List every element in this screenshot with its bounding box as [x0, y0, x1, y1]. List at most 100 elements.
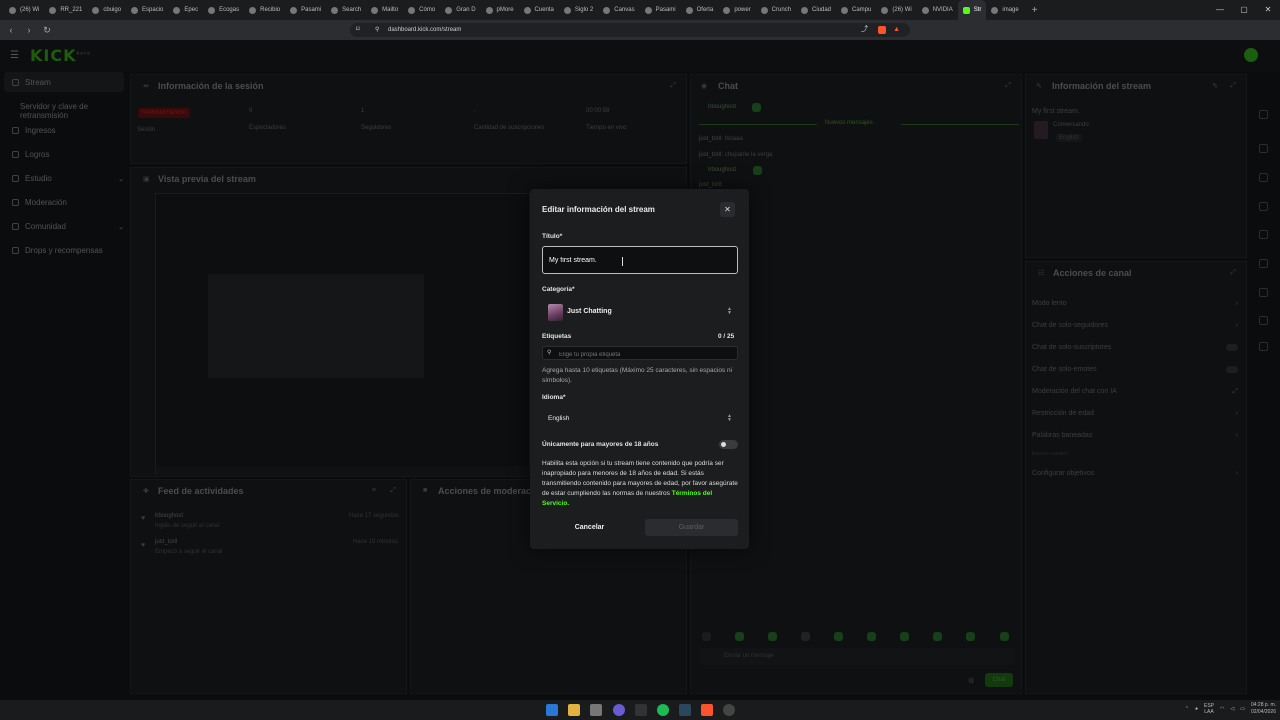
wifi-icon[interactable]: ◠ — [1220, 706, 1224, 712]
tab-label: Canvas — [614, 7, 635, 13]
browser-tab[interactable]: Str — [957, 0, 987, 20]
browser-tab[interactable]: (26) Wi — [4, 0, 44, 20]
browser-tab[interactable]: Oferta — [681, 0, 719, 20]
obs-icon[interactable] — [723, 704, 735, 716]
file-explorer-icon[interactable] — [568, 704, 580, 716]
logo-text: KICK — [30, 46, 77, 65]
browser-tab[interactable]: Canvas — [598, 0, 639, 20]
tab-label: Recibio — [260, 7, 281, 13]
text-cursor-icon — [622, 257, 623, 266]
chevron-up-icon[interactable]: ⌃ — [1185, 706, 1189, 712]
tab-favicon-icon — [685, 6, 693, 14]
tab-favicon-icon — [644, 6, 652, 14]
time-text: 04:28 p. m. — [1250, 702, 1276, 708]
edit-stream-modal: Editar información del stream ✕ Título* … — [530, 189, 749, 549]
tab-label: Pasami — [655, 7, 676, 13]
tags-label: Etiquetas — [542, 333, 572, 340]
avatar[interactable] — [1244, 48, 1258, 62]
browser-tab[interactable]: Siglo 2 — [559, 0, 598, 20]
language-indicator[interactable]: ESP LAA — [1204, 703, 1214, 715]
browser-tab[interactable]: Espacio — [126, 0, 168, 20]
tab-favicon-icon — [485, 6, 493, 14]
stream-title-input[interactable] — [542, 246, 738, 274]
browser-tab[interactable]: image — [986, 0, 1023, 20]
browser-tab[interactable]: Mailto — [366, 0, 403, 20]
site-info-icon[interactable]: ⚲ — [375, 23, 379, 37]
tab-label: pMore — [496, 7, 514, 13]
tags-input[interactable] — [542, 346, 738, 360]
mic-icon[interactable]: ● — [1195, 706, 1198, 712]
tab-favicon-icon — [371, 6, 379, 14]
tab-favicon-icon — [331, 6, 339, 14]
browser-tab[interactable]: Campu — [836, 0, 876, 20]
back-icon[interactable]: ‹ — [4, 25, 18, 35]
close-icon[interactable]: ✕ — [720, 202, 735, 217]
browser-tab[interactable]: RR_221 — [44, 0, 87, 20]
modal-title: Editar información del stream — [542, 205, 655, 214]
clock[interactable]: 04:28 p. m. 02/04/2026 — [1251, 702, 1276, 716]
browser-tab[interactable]: Cómo — [403, 0, 440, 20]
tab-favicon-icon — [991, 6, 999, 14]
brave-rewards-icon[interactable]: ▲ — [893, 23, 900, 37]
spotify-icon[interactable] — [657, 704, 669, 716]
battery-icon[interactable]: ▭ — [1240, 706, 1245, 712]
new-tab-button[interactable]: + — [1024, 5, 1046, 16]
browser-tab[interactable]: Crunch — [756, 0, 796, 20]
bookmark-icon[interactable]: ⌑ — [356, 23, 360, 37]
tab-favicon-icon — [801, 6, 808, 14]
browser-tab[interactable]: (26) Wi — [876, 0, 916, 20]
select-arrows-icon: ▲ ▼ — [727, 306, 732, 316]
browser-tab[interactable]: Ecogas — [203, 0, 244, 20]
browser-tab[interactable]: power — [718, 0, 755, 20]
browser-tab[interactable]: Pasami — [285, 0, 326, 20]
kick-logo[interactable]: KICKbeta — [30, 46, 91, 65]
category-select[interactable]: Just Chatting ▲ ▼ — [542, 301, 738, 323]
browser-tab[interactable]: Ciudad — [796, 0, 836, 20]
url-field[interactable]: ⌑ ⚲ dashboard.kick.com/stream ⤴ ▲ — [350, 23, 910, 37]
tab-favicon-icon — [208, 6, 216, 14]
brave-shield-icon[interactable] — [878, 26, 886, 34]
tags-help-text: Agrega hasta 10 etiquetas (Máximo 25 car… — [542, 367, 733, 384]
tab-favicon-icon — [249, 6, 257, 14]
steam-icon[interactable] — [679, 704, 691, 716]
browser-tab[interactable]: Cuenta — [519, 0, 559, 20]
brave-browser-icon[interactable] — [701, 704, 713, 716]
browser-tab[interactable]: NVIDIA — [917, 0, 958, 20]
url-text: dashboard.kick.com/stream — [388, 27, 462, 33]
cancel-button[interactable]: Cancelar — [542, 519, 637, 536]
tab-favicon-icon — [563, 6, 571, 14]
lang-layout: LAA — [1204, 709, 1214, 715]
reload-icon[interactable]: ↻ — [40, 25, 54, 36]
browser-tab[interactable]: Search — [326, 0, 366, 20]
browser-tab[interactable]: pMore — [481, 0, 519, 20]
language-select[interactable]: English ▲ ▼ — [542, 407, 738, 429]
tab-favicon-icon — [49, 6, 57, 14]
tab-favicon-icon — [92, 6, 100, 14]
adult-only-toggle[interactable] — [719, 440, 738, 449]
app-icon[interactable] — [635, 704, 647, 716]
browser-tab[interactable]: Pasami — [640, 0, 681, 20]
browser-tab[interactable]: cbuigo — [87, 0, 126, 20]
share-icon[interactable]: ⤴ — [861, 23, 868, 37]
windows-start-icon[interactable] — [546, 704, 558, 716]
maximize-button[interactable]: ▢ — [1232, 0, 1256, 20]
minimize-button[interactable]: — — [1208, 0, 1232, 20]
discord-icon[interactable] — [613, 704, 625, 716]
browser-tab[interactable]: Recibio — [244, 0, 285, 20]
tab-favicon-icon — [603, 6, 611, 14]
window-controls: — ▢ ✕ — [1208, 0, 1280, 20]
forward-icon[interactable]: › — [22, 25, 36, 35]
volume-icon[interactable]: ◁ — [1230, 706, 1234, 712]
tab-label: Mailto — [382, 7, 399, 13]
close-window-button[interactable]: ✕ — [1256, 0, 1280, 20]
store-icon[interactable] — [590, 704, 602, 716]
browser-tab[interactable]: Epec — [168, 0, 203, 20]
hamburger-menu-icon[interactable]: ☰ — [10, 50, 19, 61]
tab-favicon-icon — [841, 6, 849, 14]
browser-tab[interactable]: Gran D — [440, 0, 480, 20]
tab-label: Gran D — [456, 7, 476, 13]
tab-favicon-icon — [445, 6, 453, 14]
save-button[interactable]: Guardar — [645, 519, 738, 536]
category-thumbnail — [548, 304, 563, 321]
tab-favicon-icon — [760, 6, 768, 14]
